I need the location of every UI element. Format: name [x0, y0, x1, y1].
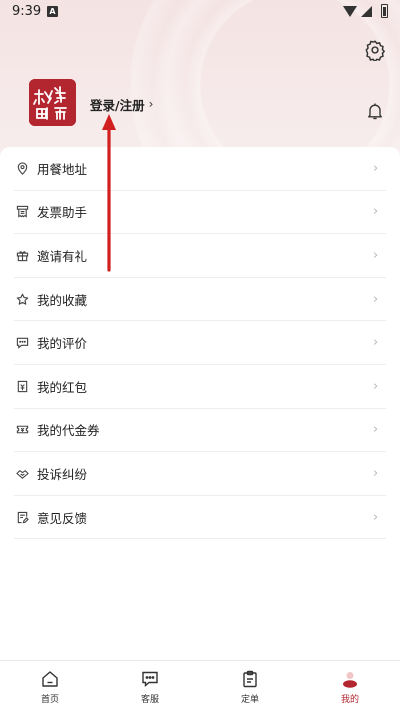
- menu-item-label: 投诉纠纷: [37, 466, 88, 482]
- login-register-link[interactable]: 登录/注册 ›: [90, 95, 153, 113]
- menu-item-label: 发票助手: [37, 205, 88, 221]
- menu-item-label: 邀请有礼: [37, 248, 88, 264]
- signal-icon: [361, 6, 372, 17]
- chevron-right-icon: ›: [373, 335, 379, 351]
- nav-tab-label: 我的: [340, 695, 359, 705]
- status-bar: 9:39 A: [0, 0, 400, 24]
- handshake-icon: [15, 466, 29, 480]
- menu-item-invite[interactable]: 邀请有礼 ›: [14, 234, 386, 278]
- menu-item-dining-address[interactable]: 用餐地址 ›: [14, 147, 386, 191]
- menu-item-invoice[interactable]: 发票助手 ›: [14, 191, 386, 235]
- home-icon: [42, 671, 58, 687]
- notification-bell-icon[interactable]: [365, 101, 385, 121]
- menu-item-favorites[interactable]: 我的收藏 ›: [14, 278, 386, 322]
- chevron-right-icon: ›: [148, 97, 154, 111]
- menu-item-vouchers[interactable]: 我的代金券 ›: [14, 409, 386, 453]
- bottom-nav: 首页 客服 定单 我的: [0, 660, 400, 712]
- chevron-right-icon: ›: [373, 204, 379, 220]
- battery-icon: [381, 4, 388, 18]
- nav-tab-label: 定单: [240, 695, 259, 705]
- chevron-right-icon: ›: [373, 247, 379, 263]
- star-icon: [15, 292, 29, 306]
- profile-icon: [343, 672, 357, 688]
- comment-icon: [15, 336, 29, 350]
- notification-icon: A: [47, 6, 58, 17]
- feedback-icon: [15, 510, 29, 524]
- avatar[interactable]: [29, 79, 76, 126]
- chevron-right-icon: ›: [373, 422, 379, 438]
- chevron-right-icon: ›: [373, 465, 379, 481]
- menu-item-label: 意见反馈: [37, 510, 88, 526]
- voucher-icon: [15, 423, 29, 437]
- menu-item-label: 我的代金券: [37, 423, 100, 439]
- menu-item-red-packets[interactable]: 我的红包 ›: [14, 365, 386, 409]
- chevron-right-icon: ›: [373, 160, 379, 176]
- menu-item-label: 我的红包: [37, 379, 88, 395]
- chevron-right-icon: ›: [373, 378, 379, 394]
- menu-list: 用餐地址 › 发票助手 › 邀请有礼 › 我的收藏 › 我的评价 › 我的红包 …: [14, 147, 386, 540]
- chevron-right-icon: ›: [373, 291, 379, 307]
- nav-tab-customer-service[interactable]: 客服: [100, 661, 200, 712]
- nav-tab-label: 客服: [140, 695, 159, 705]
- wifi-icon: [343, 6, 357, 17]
- location-pin-icon: [15, 161, 29, 175]
- red-packet-icon: [15, 379, 29, 393]
- menu-item-label: 我的评价: [37, 336, 88, 352]
- menu-item-complaints[interactable]: 投诉纠纷 ›: [14, 452, 386, 496]
- nav-tab-home[interactable]: 首页: [0, 661, 100, 712]
- menu-item-label: 我的收藏: [37, 292, 88, 308]
- nav-tab-orders[interactable]: 定单: [200, 661, 300, 712]
- profile-page: 9:39 A 登录/注册 › 用餐地址 › 发票助手 › 邀请有礼 › 我的收藏…: [0, 0, 400, 712]
- nav-tab-profile[interactable]: 我的: [300, 661, 400, 712]
- chat-icon: [142, 671, 158, 688]
- chevron-right-icon: ›: [373, 509, 379, 525]
- gift-icon: [15, 248, 29, 262]
- menu-card: 用餐地址 › 发票助手 › 邀请有礼 › 我的收藏 › 我的评价 › 我的红包 …: [0, 147, 400, 667]
- menu-item-label: 用餐地址: [37, 161, 88, 177]
- login-register-label: 登录/注册: [90, 97, 145, 113]
- nav-tab-label: 首页: [40, 695, 59, 705]
- menu-item-feedback[interactable]: 意见反馈 ›: [14, 496, 386, 540]
- menu-item-reviews[interactable]: 我的评价 ›: [14, 321, 386, 365]
- order-icon: [243, 670, 257, 688]
- brand-logo-icon: [29, 79, 76, 126]
- settings-gear-icon[interactable]: [364, 39, 386, 63]
- status-time: 9:39: [12, 4, 42, 19]
- invoice-icon: [15, 205, 29, 219]
